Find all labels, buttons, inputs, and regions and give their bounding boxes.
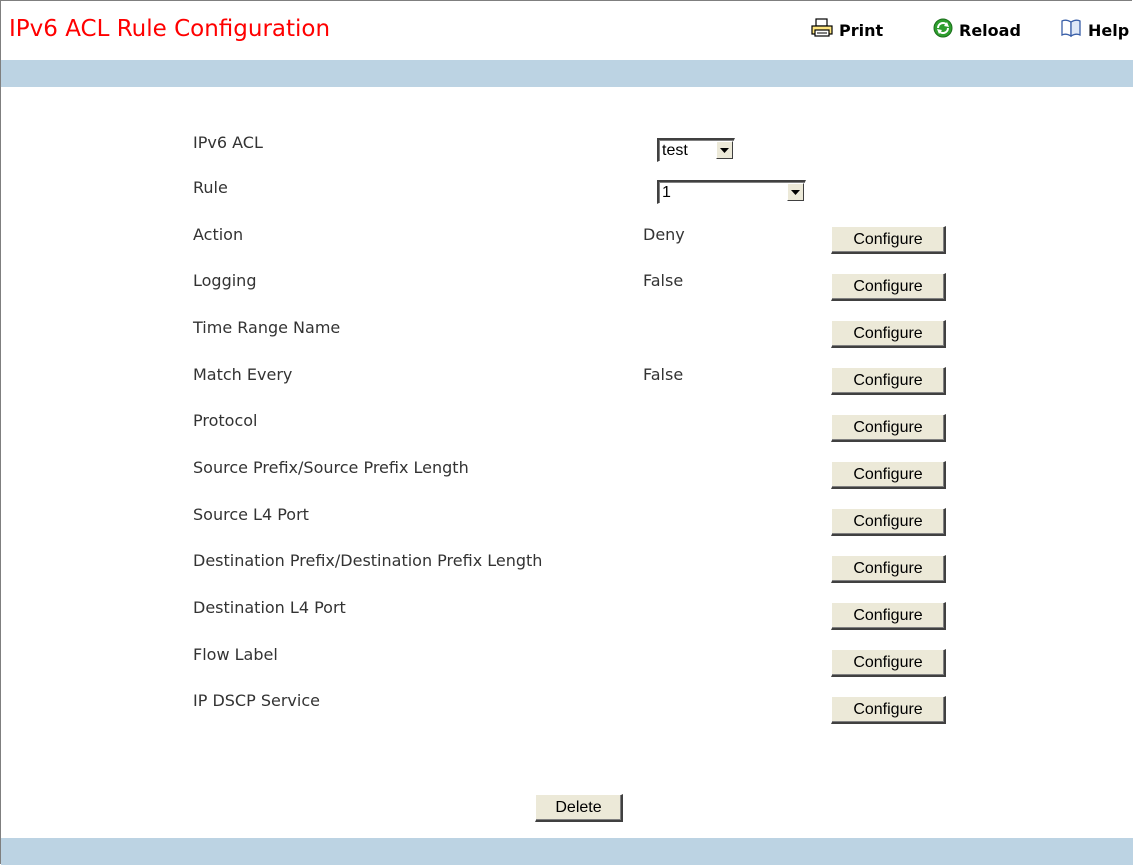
match-every-label: Match Every — [193, 365, 293, 384]
help-label: Help — [1088, 20, 1130, 40]
match-every-configure-button[interactable]: Configure — [831, 367, 946, 395]
destination-prefix-configure-button[interactable]: Configure — [831, 555, 946, 583]
flow-label-label: Flow Label — [193, 645, 278, 664]
destination-l4-port-label: Destination L4 Port — [193, 598, 346, 617]
protocol-label: Protocol — [193, 411, 258, 430]
protocol-configure-button[interactable]: Configure — [831, 414, 946, 442]
ipv6-acl-select[interactable]: test — [657, 138, 735, 162]
action-configure-button[interactable]: Configure — [831, 226, 946, 254]
reload-label: Reload — [959, 20, 1021, 40]
flow-label-configure-button[interactable]: Configure — [831, 649, 946, 677]
rule-label: Rule — [193, 178, 228, 197]
destination-prefix-label: Destination Prefix/Destination Prefix Le… — [193, 551, 543, 570]
rule-select[interactable]: 1 — [657, 180, 806, 204]
reload-button[interactable]: Reload — [933, 18, 1021, 42]
book-icon — [1060, 18, 1088, 42]
reload-icon — [933, 18, 959, 42]
header-band — [1, 60, 1133, 87]
match-every-value: False — [643, 365, 684, 384]
printer-icon — [811, 18, 839, 42]
print-label: Print — [839, 20, 884, 40]
logging-label: Logging — [193, 271, 257, 290]
source-prefix-label: Source Prefix/Source Prefix Length — [193, 458, 469, 477]
page-title: IPv6 ACL Rule Configuration — [9, 16, 331, 42]
print-button[interactable]: Print — [811, 18, 883, 42]
footer-band — [1, 838, 1133, 865]
logging-value: False — [643, 271, 684, 290]
ip-dscp-service-label: IP DSCP Service — [193, 691, 320, 710]
delete-button[interactable]: Delete — [535, 794, 623, 822]
time-range-name-configure-button[interactable]: Configure — [831, 320, 946, 348]
help-button[interactable]: Help — [1060, 18, 1129, 42]
logging-configure-button[interactable]: Configure — [831, 273, 946, 301]
source-prefix-configure-button[interactable]: Configure — [831, 461, 946, 489]
page-frame — [0, 0, 1132, 864]
ipv6-acl-selected: test — [662, 142, 688, 159]
ipv6-acl-label: IPv6 ACL — [193, 133, 263, 152]
source-l4-port-label: Source L4 Port — [193, 505, 309, 524]
action-value: Deny — [643, 225, 685, 244]
source-l4-port-configure-button[interactable]: Configure — [831, 508, 946, 536]
chevron-down-icon[interactable] — [716, 141, 733, 159]
rule-selected: 1 — [662, 184, 671, 201]
action-label: Action — [193, 225, 244, 244]
destination-l4-port-configure-button[interactable]: Configure — [831, 602, 946, 630]
chevron-down-icon[interactable] — [787, 183, 804, 201]
time-range-name-label: Time Range Name — [193, 318, 341, 337]
ip-dscp-service-configure-button[interactable]: Configure — [831, 696, 946, 724]
